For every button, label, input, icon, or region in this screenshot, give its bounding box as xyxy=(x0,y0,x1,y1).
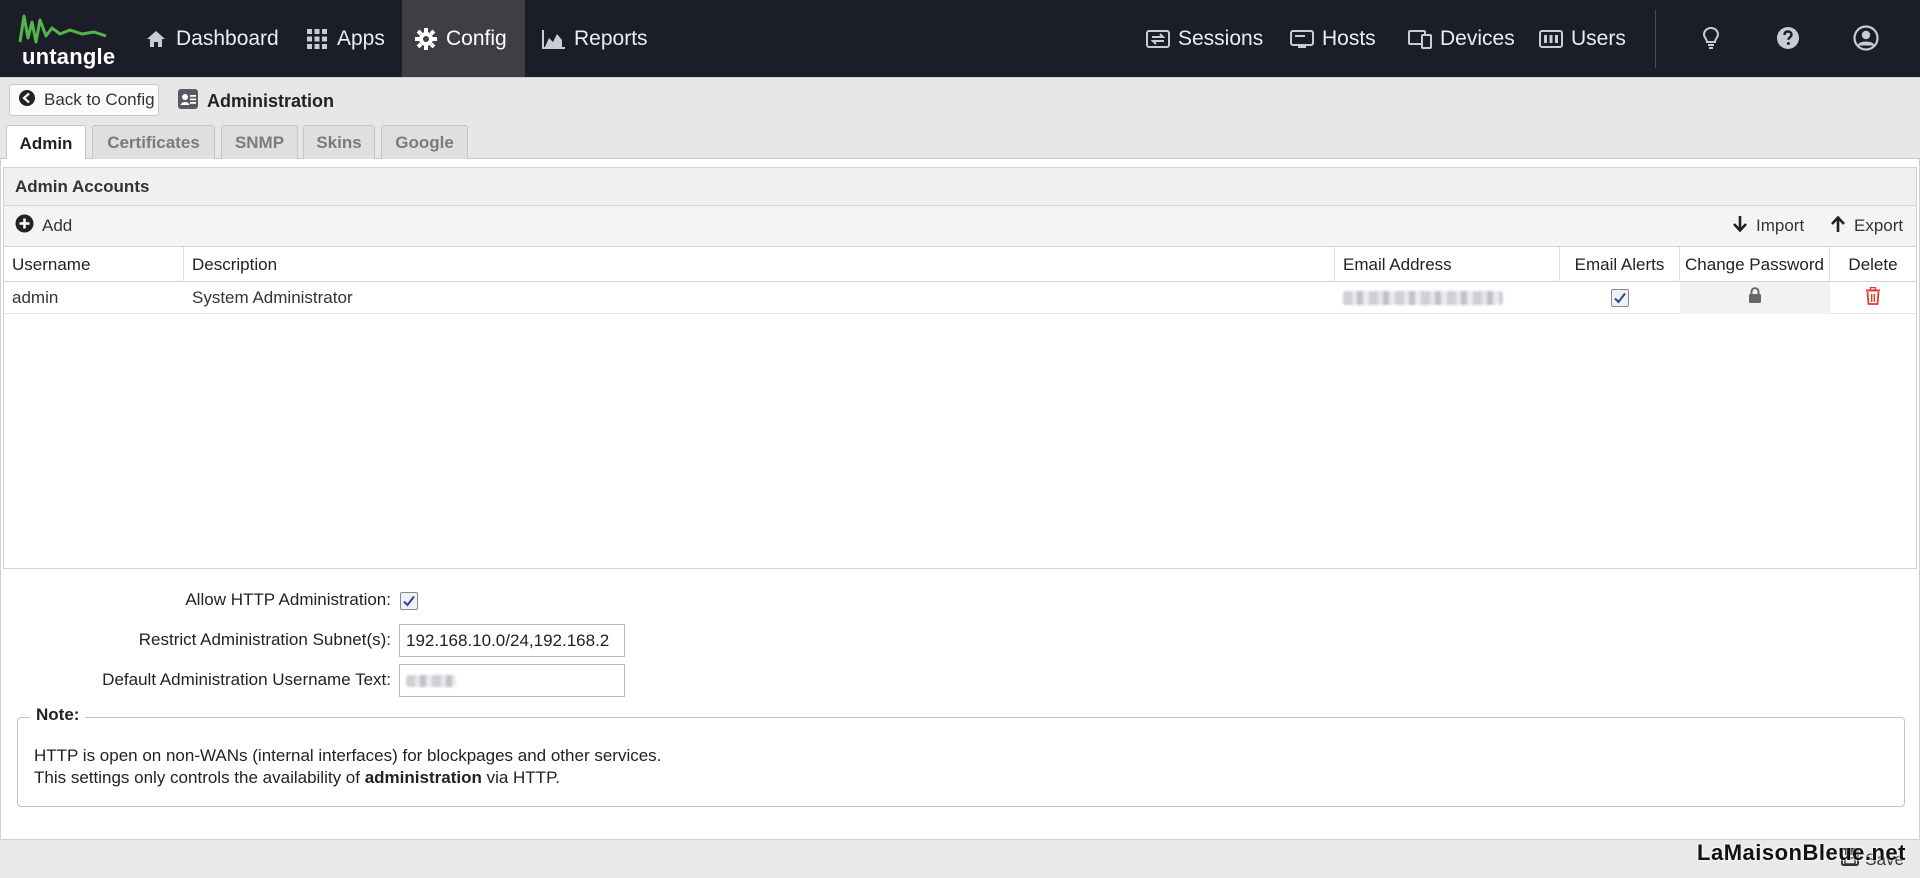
nav-dashboard[interactable]: Dashboard xyxy=(132,0,291,77)
allow-http-checkbox[interactable] xyxy=(400,592,418,610)
note-fieldset: Note: HTTP is open on non-WANs (internal… xyxy=(17,705,1905,807)
nav-sessions[interactable]: Sessions xyxy=(1134,0,1275,77)
grid-header-row: Username Description Email Address Email… xyxy=(4,247,1916,282)
admin-tab-content: Admin Accounts Add Import Export Usernam… xyxy=(0,159,1920,839)
note-line-1: HTTP is open on non-WANs (internal inter… xyxy=(34,746,662,765)
gear-icon xyxy=(414,27,438,51)
nav-users[interactable]: Users xyxy=(1527,0,1638,77)
tab-snmp[interactable]: SNMP xyxy=(221,125,298,159)
column-header-email-alerts[interactable]: Email Alerts xyxy=(1560,247,1680,282)
logo-wave-icon xyxy=(18,14,107,44)
checkmark-icon xyxy=(1614,292,1626,304)
area-chart-icon xyxy=(542,27,566,51)
footer-bar: Save LaMaisonBleue.net xyxy=(0,839,1920,878)
home-icon xyxy=(144,27,168,51)
import-label: Import xyxy=(1756,216,1805,235)
user-account-icon[interactable] xyxy=(1850,22,1882,54)
untangle-logo[interactable]: untangle xyxy=(16,8,116,70)
nav-apps[interactable]: Apps xyxy=(293,0,397,77)
column-header-description[interactable]: Description xyxy=(184,247,1335,282)
nav-hosts-label: Hosts xyxy=(1322,26,1376,50)
tab-google[interactable]: Google xyxy=(381,125,468,159)
restrict-subnet-input[interactable]: 192.168.10.0/24,192.168.2 xyxy=(399,624,625,657)
logo-text: untangle xyxy=(22,44,116,69)
cell-delete xyxy=(1830,282,1916,314)
cell-username: admin xyxy=(12,288,59,307)
page-title-text: Administration xyxy=(207,91,335,111)
default-username-text-label: Default Administration Username Text: xyxy=(102,670,391,689)
tab-admin[interactable]: Admin xyxy=(6,125,86,161)
note-title: Note: xyxy=(30,705,86,725)
users-icon xyxy=(1539,27,1563,51)
tab-strip: Admin Certificates SNMP Skins Google xyxy=(0,123,1920,161)
redacted-username xyxy=(406,674,456,687)
sessions-icon xyxy=(1146,27,1170,51)
watermark-text: LaMaisonBleue.net xyxy=(1697,840,1906,865)
arrow-up-icon xyxy=(1830,215,1846,238)
cell-email-alerts xyxy=(1560,282,1680,314)
column-header-email-address[interactable]: Email Address xyxy=(1335,247,1560,282)
back-to-config-button[interactable]: Back to Config xyxy=(9,84,159,116)
checkmark-icon xyxy=(403,595,415,607)
nav-hosts[interactable]: Hosts xyxy=(1278,0,1388,77)
nav-users-label: Users xyxy=(1571,26,1626,50)
nav-reports[interactable]: Reports xyxy=(530,0,660,77)
restrict-subnet-label: Restrict Administration Subnet(s): xyxy=(138,630,391,649)
note-line-2: This settings only controls the availabi… xyxy=(34,768,560,788)
nav-devices-label: Devices xyxy=(1440,26,1515,50)
nav-sessions-label: Sessions xyxy=(1178,26,1264,50)
note-line-2-post: via HTTP. xyxy=(481,768,560,787)
arrow-down-icon xyxy=(1732,215,1748,238)
import-button[interactable]: Import xyxy=(1732,206,1804,246)
admin-accounts-header: Admin Accounts xyxy=(3,167,1917,206)
column-header-delete[interactable]: Delete xyxy=(1830,247,1916,282)
trash-icon[interactable] xyxy=(1865,286,1881,310)
hosts-icon xyxy=(1290,27,1314,51)
arrow-circle-left-icon xyxy=(18,89,36,112)
grid-toolbar: Add Import Export xyxy=(3,206,1917,246)
cell-email-address xyxy=(1335,282,1560,314)
column-header-username[interactable]: Username xyxy=(4,247,184,282)
nav-devices[interactable]: Devices xyxy=(1396,0,1527,77)
redacted-email xyxy=(1343,291,1503,305)
column-header-change-password[interactable]: Change Password xyxy=(1680,247,1830,282)
nav-dashboard-label: Dashboard xyxy=(176,26,279,50)
export-button[interactable]: Export xyxy=(1830,206,1903,246)
admin-card-icon xyxy=(177,88,199,115)
email-alerts-checkbox[interactable] xyxy=(1611,289,1629,307)
add-button[interactable]: Add xyxy=(15,206,72,246)
breadcrumb: Back to Config Administration xyxy=(0,77,1920,123)
top-nav-bar: untangle Dashboard Apps Config Reports S… xyxy=(0,0,1920,77)
table-row[interactable]: admin System Administrator xyxy=(4,282,1916,314)
default-username-text-input[interactable] xyxy=(399,664,625,697)
help-icon[interactable] xyxy=(1772,22,1804,54)
note-line-2-bold: administration xyxy=(364,768,482,787)
lightbulb-icon[interactable] xyxy=(1695,22,1727,54)
nav-config-label: Config xyxy=(446,26,507,50)
cell-description: System Administrator xyxy=(192,288,353,307)
nav-separator xyxy=(1655,10,1656,68)
plus-circle-icon xyxy=(15,214,34,238)
back-to-config-label: Back to Config xyxy=(44,90,155,109)
nav-config[interactable]: Config xyxy=(402,0,525,77)
devices-icon xyxy=(1408,27,1432,51)
nav-reports-label: Reports xyxy=(574,26,648,50)
note-line-2-pre: This settings only controls the availabi… xyxy=(34,768,365,787)
tab-skins[interactable]: Skins xyxy=(303,125,375,159)
cell-change-password xyxy=(1680,282,1830,314)
nav-apps-label: Apps xyxy=(337,26,385,50)
page-title: Administration xyxy=(177,88,334,115)
grid-icon xyxy=(305,27,329,51)
lock-icon[interactable] xyxy=(1748,287,1762,309)
add-label: Add xyxy=(42,216,73,235)
allow-http-label: Allow HTTP Administration: xyxy=(185,590,391,609)
tab-certificates[interactable]: Certificates xyxy=(92,125,215,159)
export-label: Export xyxy=(1854,216,1904,235)
admin-accounts-grid: Username Description Email Address Email… xyxy=(3,246,1917,569)
